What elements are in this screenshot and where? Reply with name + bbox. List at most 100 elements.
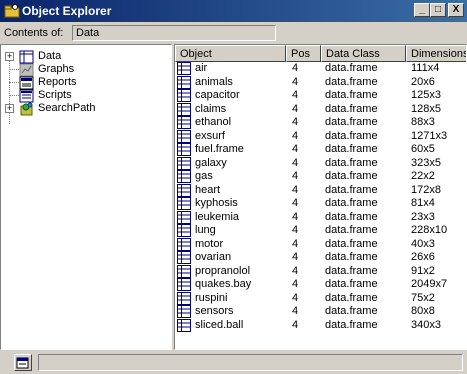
data-frame-icon [177,116,191,129]
data-frame-icon [177,170,191,183]
object-explorer-icon [4,4,20,18]
maximize-icon: □ [434,4,442,15]
object-pos: 4 [292,102,299,115]
data-frame-icon [177,291,191,305]
column-header-pos[interactable]: Pos [286,45,321,62]
expand-icon[interactable]: + [5,52,14,61]
object-dimensions: 80x8 [411,305,435,317]
title-bar[interactable]: Object Explorer _ □ X [0,0,467,22]
object-pos: 4 [292,278,299,290]
object-dimensions: 40x3 [411,237,435,250]
column-header-object[interactable]: Object [175,45,286,62]
object-dimensions: 26x6 [411,251,435,263]
data-frame-icon [177,89,191,102]
tree-item-searchpath[interactable]: + SearchPath [1,101,171,117]
object-pos: 4 [292,210,299,223]
status-icon-button[interactable] [14,354,32,371]
list-row[interactable]: gas 4 data.frame 22x2 [175,170,466,184]
data-frame-icon [177,183,191,197]
column-header-data-class[interactable]: Data Class [321,45,406,62]
list-row[interactable]: claims 4 data.frame 128x5 [175,102,466,117]
tree-pane[interactable]: + Data Graphs Reports Scripts + SearchPa… [0,44,172,350]
list-row[interactable]: capacitor 4 data.frame 125x3 [175,89,466,103]
object-pos: 4 [292,170,299,182]
tree-item-label: Data [38,50,62,62]
object-data-class: data.frame [325,183,378,196]
list-row[interactable]: lung 4 data.frame 228x10 [175,224,466,238]
list-row[interactable]: ruspini 4 data.frame 75x2 [175,291,466,306]
object-name: lung [195,224,216,236]
object-data-class: data.frame [325,156,378,169]
list-row[interactable]: animals 4 data.frame 20x6 [175,75,466,90]
minimize-icon: _ [419,4,425,15]
list-row[interactable]: ovarian 4 data.frame 26x6 [175,251,466,265]
object-pos: 4 [292,62,299,74]
object-name: claims [195,102,227,115]
list-row[interactable]: sensors 4 data.frame 80x8 [175,305,466,319]
list-header: Object Pos Data Class Dimensions [175,45,466,62]
status-text-field [38,354,463,371]
list-row[interactable]: leukemia 4 data.frame 23x3 [175,210,466,225]
object-explorer-window: Object Explorer _ □ X Contents of: Data … [0,0,467,374]
list-row[interactable]: ethanol 4 data.frame 88x3 [175,116,466,130]
object-name: heart [195,183,221,196]
contents-label: Contents of: [4,27,64,39]
object-dimensions: 172x8 [411,183,441,196]
contents-value-field: Data [72,25,276,41]
tree-item-label: SearchPath [38,102,96,114]
object-dimensions: 20x6 [411,75,435,88]
object-pos: 4 [292,156,299,169]
object-dimensions: 228x10 [411,224,448,236]
list-row[interactable]: sliced.ball 4 data.frame 340x3 [175,318,466,333]
object-dimensions: 2049x7 [411,278,448,290]
data-frame-icon [177,129,191,143]
object-data-class: data.frame [325,305,378,317]
list-row[interactable]: propranolol 4 data.frame 91x2 [175,264,466,279]
list-row[interactable]: fuel.frame 4 data.frame 60x5 [175,143,466,157]
object-pos: 4 [292,251,299,263]
object-data-class: data.frame [325,291,378,304]
object-name: capacitor [195,89,240,101]
object-data-class: data.frame [325,318,378,331]
object-pos: 4 [292,291,299,304]
object-dimensions: 128x5 [411,102,441,115]
list-row[interactable]: galaxy 4 data.frame 323x5 [175,156,466,171]
object-name: motor [195,237,224,250]
close-button[interactable]: X [448,3,464,17]
object-pos: 4 [292,129,299,142]
data-frame-icon [177,102,191,116]
list-row[interactable]: heart 4 data.frame 172x8 [175,183,466,198]
window-title: Object Explorer [22,4,112,18]
object-dimensions: 323x5 [411,156,441,169]
object-data-class: data.frame [325,102,378,115]
list-row[interactable]: exsurf 4 data.frame 1271x3 [175,129,466,144]
object-dimensions: 125x3 [411,89,441,101]
object-data-class: data.frame [325,264,378,277]
object-name: sliced.ball [195,318,244,331]
minimize-button[interactable]: _ [414,3,430,17]
object-data-class: data.frame [325,116,378,128]
list-row[interactable]: motor 4 data.frame 40x3 [175,237,466,252]
object-name: air [195,62,208,74]
object-list[interactable]: Object Pos Data Class Dimensions air 4 dat… [174,44,467,350]
object-data-class: data.frame [325,224,378,236]
tree-item-label: Graphs [38,63,75,75]
object-name: gas [195,170,213,182]
object-pos: 4 [292,116,299,128]
list-row[interactable]: quakes.bay 4 data.frame 2049x7 [175,278,466,292]
list-row[interactable]: kyphosis 4 data.frame 81x4 [175,197,466,211]
object-name: animals [195,75,233,88]
object-name: ruspini [195,291,228,304]
object-data-class: data.frame [325,251,378,263]
column-header-dimensions[interactable]: Dimensions [406,45,466,62]
expand-icon[interactable]: + [5,104,14,113]
object-dimensions: 75x2 [411,291,435,304]
object-name: sensors [195,305,234,317]
object-pos: 4 [292,89,299,101]
object-data-class: data.frame [325,89,378,101]
maximize-button[interactable]: □ [430,3,446,17]
contents-bar: Contents of: Data [0,22,467,44]
object-name: fuel.frame [195,143,244,155]
list-row[interactable]: air 4 data.frame 111x4 [175,62,466,76]
object-pos: 4 [292,318,299,331]
